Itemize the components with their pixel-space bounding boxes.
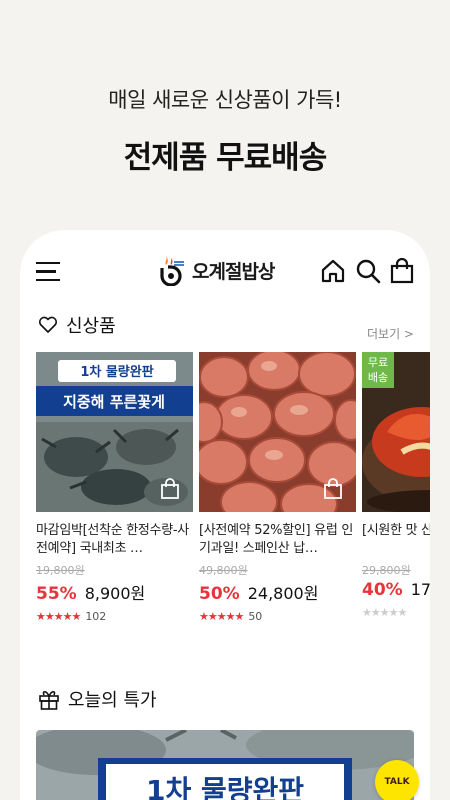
rating: ★★★★★ 50 [199, 610, 356, 623]
discount-rate: 40% [362, 580, 403, 600]
star-rating-icon: ★★★★★ [36, 610, 81, 623]
promo-subtitle: 매일 새로운 신상품이 가득! [108, 88, 342, 112]
product-card[interactable]: 무료배송 [시원한 맛 산 전라도 29,800원 40% 17 ★★★★★ [362, 352, 430, 619]
kakao-talk-button[interactable]: TALK [375, 760, 419, 800]
section-title: 오늘의 특가 [68, 690, 157, 711]
phone-frame: 오계절밥상 신상품 더보기 > 1차 물량완판 지중해 푸른꽃게 마감임박[선착… [20, 230, 430, 800]
rating: ★★★★★ [362, 606, 430, 619]
menu-icon[interactable] [36, 262, 60, 282]
home-icon[interactable] [320, 258, 346, 284]
review-count: 102 [85, 610, 107, 623]
heart-icon [38, 316, 58, 333]
product-card[interactable]: 1차 물량완판 지중해 푸른꽃게 마감임박[선착순 한정수량-사전예약] 국내최… [36, 352, 193, 623]
section-title: 신상품 [66, 316, 116, 337]
free-shipping-badge: 무료 배송 [362, 352, 394, 388]
logo-icon [160, 254, 186, 287]
original-price: 19,800원 [36, 564, 85, 577]
review-count: 50 [248, 610, 263, 623]
logo[interactable]: 오계절밥상 [160, 254, 275, 287]
sale-price: 8,900원 [84, 584, 146, 603]
more-link[interactable]: 더보기 > [367, 325, 414, 342]
original-price: 49,800원 [199, 564, 248, 577]
section-today-deal: 오늘의 특가 [38, 686, 157, 712]
app-header: 오계절밥상 [20, 230, 430, 310]
banner-text-2: 지중해 푸른꽃게 [63, 393, 165, 411]
product-title[interactable]: 마감임박[선착순 한정수량-사전예약] 국내최초 … [36, 522, 193, 558]
gift-icon [39, 690, 59, 710]
star-rating-icon: ★★★★★ [362, 606, 407, 619]
shopping-bag-icon[interactable] [389, 258, 415, 284]
deal-banner-text: 1차 물량완판 [146, 774, 304, 800]
product-title[interactable]: [사전예약 52%할인] 유럽 인기과일! 스페인산 납… [199, 522, 356, 558]
discount-rate: 50% [199, 584, 240, 604]
banner-text-1: 1차 물량완판 [80, 364, 153, 380]
deal-banner[interactable]: 1차 물량완판 [36, 730, 414, 800]
product-image[interactable] [199, 352, 356, 512]
sale-price: 24,800원 [247, 584, 319, 603]
search-icon[interactable] [355, 258, 381, 284]
add-to-cart-icon[interactable] [322, 478, 344, 500]
logo-text: 오계절밥상 [192, 260, 275, 283]
product-title[interactable]: [시원한 맛 산 전라도 [362, 522, 430, 558]
star-rating-icon: ★★★★★ [199, 610, 244, 623]
product-card[interactable]: [사전예약 52%할인] 유럽 인기과일! 스페인산 납… 49,800원 50… [199, 352, 356, 623]
kakao-talk-label: TALK [384, 777, 410, 787]
discount-rate: 55% [36, 584, 77, 604]
original-price: 29,800원 [362, 564, 411, 577]
product-carousel[interactable]: 1차 물량완판 지중해 푸른꽃게 마감임박[선착순 한정수량-사전예약] 국내최… [36, 352, 430, 632]
promo-title: 전제품 무료배송 [123, 140, 327, 176]
sale-price: 17 [410, 580, 430, 599]
section-new-products: 신상품 [38, 312, 116, 338]
product-image[interactable]: 1차 물량완판 지중해 푸른꽃게 [36, 352, 193, 512]
add-to-cart-icon[interactable] [159, 478, 181, 500]
product-image[interactable]: 무료 배송 [362, 352, 430, 512]
rating: ★★★★★ 102 [36, 610, 193, 623]
